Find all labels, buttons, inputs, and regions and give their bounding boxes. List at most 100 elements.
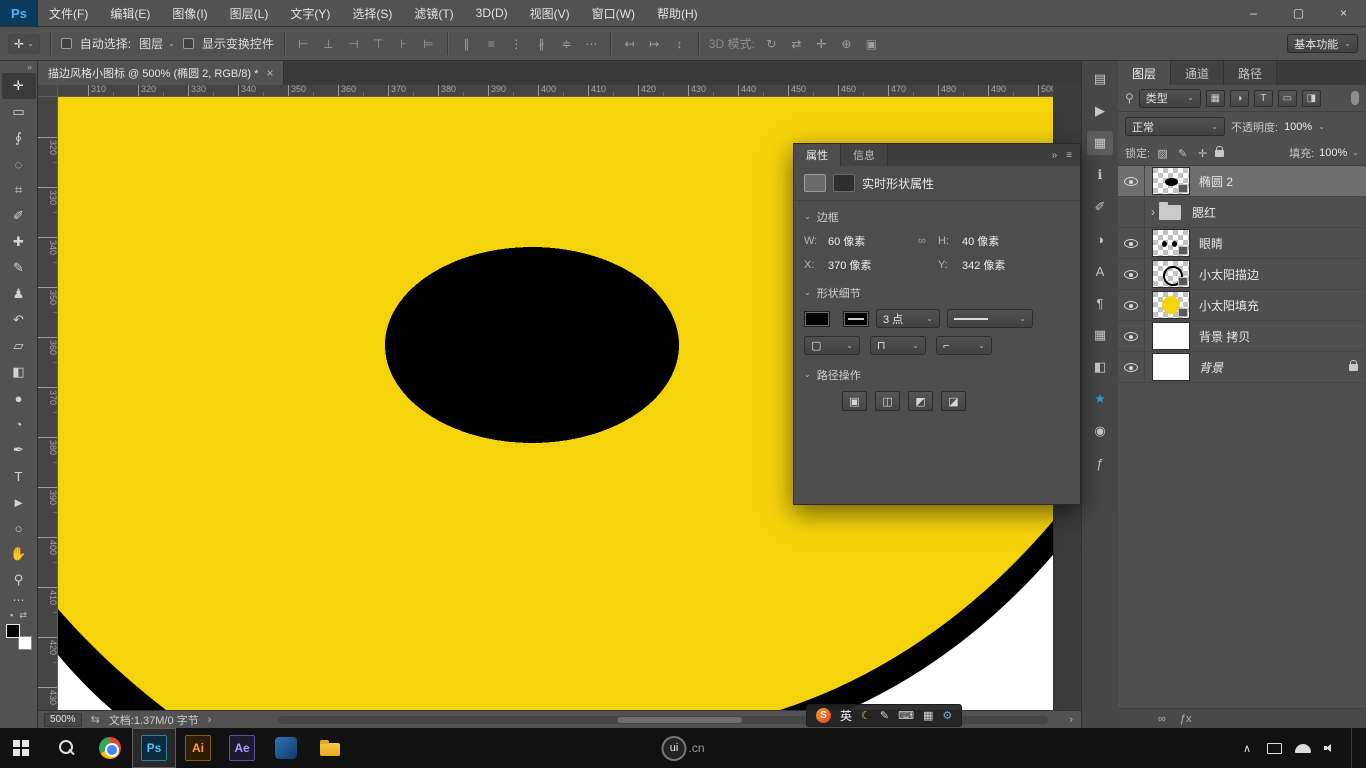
mode-3d-icon[interactable]: ✛ — [813, 37, 830, 51]
ime-keyboard-icon[interactable]: ⌨ — [898, 709, 914, 722]
eyedropper-tool[interactable]: ✐ — [2, 203, 36, 229]
path-operation-button[interactable]: ◪ — [941, 391, 966, 411]
layer-row[interactable]: › 小太阳填充 — [1118, 290, 1366, 321]
swap-colors-icon[interactable]: ⇄ — [19, 610, 27, 621]
gradients-panel-icon[interactable]: ◧ — [1087, 355, 1113, 379]
filter-kind-icon[interactable]: ▭ — [1278, 90, 1297, 107]
lock-option-icon[interactable]: ▨ — [1155, 147, 1170, 160]
align-icon[interactable]: ⊥ — [320, 37, 337, 51]
collapse-tools-icon[interactable]: » — [22, 61, 37, 73]
layer-visibility-toggle[interactable] — [1118, 290, 1145, 320]
distribute-icon[interactable]: ≡ — [483, 37, 500, 51]
align-icon[interactable]: ⊤ — [370, 37, 387, 51]
stroke-option-dropdown[interactable]: ⊓⌄ — [870, 336, 926, 355]
distribute-icon[interactable]: ∥ — [458, 37, 475, 51]
restore-button[interactable]: ▢ — [1276, 0, 1321, 26]
stroke-style-dropdown[interactable]: ⌄ — [947, 309, 1033, 328]
layer-thumbnail[interactable] — [1152, 167, 1190, 195]
x-field[interactable]: 370 像素 — [828, 257, 906, 273]
tool-preset-picker[interactable]: ✛⌄ — [8, 34, 40, 54]
section-collapse-icon[interactable]: ⌄ — [804, 371, 811, 379]
rectangular-marquee-tool[interactable]: ▭ — [2, 99, 36, 125]
wifi-icon[interactable] — [1295, 744, 1311, 753]
layer-row[interactable]: › 背景 拷贝 — [1118, 321, 1366, 352]
patterns-panel-icon[interactable]: ▦ — [1087, 323, 1113, 347]
stroke-width-dropdown[interactable]: 3 点⌄ — [876, 309, 940, 328]
layer-row[interactable]: › 腮红 — [1118, 197, 1366, 228]
photoshop-taskbar-icon[interactable]: Ps — [132, 728, 176, 768]
distribute-icon[interactable]: ⋯ — [583, 37, 600, 51]
chrome-icon[interactable] — [88, 728, 132, 768]
stroke-color-swatch[interactable] — [843, 311, 869, 327]
lock-option-icon[interactable]: ✛ — [1195, 147, 1210, 160]
y-field[interactable]: 342 像素 — [962, 257, 1040, 273]
minimize-button[interactable]: – — [1231, 0, 1276, 26]
blue-app-icon[interactable] — [264, 728, 308, 768]
libraries-panel-icon[interactable]: ★ — [1087, 387, 1113, 411]
layer-name[interactable]: 背景 — [1199, 359, 1349, 376]
layer-thumbnail[interactable] — [1152, 291, 1190, 319]
stroke-option-dropdown[interactable]: ▢⌄ — [804, 336, 860, 355]
ime-toolbox-icon[interactable]: ⚙ — [942, 709, 952, 722]
lock-option-icon[interactable]: ✎ — [1175, 147, 1190, 160]
foreground-color-swatch[interactable] — [6, 624, 20, 638]
lock-all-icon[interactable] — [1215, 150, 1224, 157]
move-tool[interactable]: ✛ — [2, 73, 36, 99]
pen-tool[interactable]: ✒ — [2, 437, 36, 463]
shape-layer-icon[interactable] — [804, 174, 826, 192]
mask-icon[interactable] — [833, 174, 855, 192]
background-color-swatch[interactable] — [18, 636, 32, 650]
adjustments-panel-icon[interactable]: ◑ — [1087, 227, 1113, 251]
group-expander-icon[interactable]: › — [1151, 205, 1155, 219]
spacing-icon[interactable]: ↤ — [621, 37, 638, 51]
dodge-tool[interactable]: ◔ — [2, 411, 36, 437]
layer-name[interactable]: 椭圆 2 — [1199, 173, 1358, 190]
show-desktop-button[interactable] — [1351, 728, 1356, 768]
filter-kind-icon[interactable]: ◑ — [1230, 90, 1249, 107]
filter-kind-icon[interactable]: ▦ — [1206, 90, 1225, 107]
layer-row[interactable]: › 椭圆 2 — [1118, 166, 1366, 197]
align-icon[interactable]: ⊨ — [420, 37, 437, 51]
clone-stamp-tool[interactable]: ♟ — [2, 281, 36, 307]
workspace-switcher-dropdown[interactable]: 基本功能⌄ — [1287, 34, 1358, 53]
blur-tool[interactable]: ● — [2, 385, 36, 411]
close-button[interactable]: × — [1321, 0, 1366, 26]
eraser-tool[interactable]: ▱ — [2, 333, 36, 359]
spot-healing-brush-tool[interactable]: ✚ — [2, 229, 36, 255]
ellipse-tool[interactable]: ○ — [2, 515, 36, 541]
layer-visibility-toggle[interactable] — [1118, 259, 1145, 289]
ime-pen-icon[interactable]: ✎ — [880, 709, 889, 722]
menu-item[interactable]: 编辑(E) — [99, 0, 161, 26]
sogou-logo[interactable]: S — [816, 708, 831, 723]
height-field[interactable]: 40 像素 — [962, 233, 1040, 249]
paragraph-panel-icon[interactable]: ¶ — [1087, 291, 1113, 315]
mode-3d-icon[interactable]: ⇄ — [788, 37, 805, 51]
chevron-down-icon[interactable]: ⌄ — [1352, 149, 1359, 157]
path-operation-button[interactable]: ◫ — [875, 391, 900, 411]
file-explorer-icon[interactable] — [308, 728, 352, 768]
menu-item[interactable]: 窗口(W) — [581, 0, 646, 26]
panel-menu-icon[interactable]: ≡ — [1066, 150, 1072, 161]
document-tab[interactable]: 描边风格小图标 @ 500% (椭圆 2, RGB/8) * × — [38, 61, 284, 85]
path-selection-tool[interactable]: ► — [2, 489, 36, 515]
layer-name[interactable]: 腮红 — [1192, 204, 1358, 221]
blend-mode-dropdown[interactable]: 正常⌄ — [1125, 117, 1225, 136]
menu-item[interactable]: 文件(F) — [38, 0, 99, 26]
hand-tool[interactable]: ✋ — [2, 541, 36, 567]
mode-3d-icon[interactable]: ⊕ — [838, 37, 855, 51]
align-icon[interactable]: ⊢ — [295, 37, 312, 51]
tab-paths[interactable]: 路径 — [1224, 61, 1277, 85]
align-icon[interactable]: ⊦ — [395, 37, 412, 51]
fill-value[interactable]: 100% — [1319, 147, 1347, 159]
layers-footer-icon[interactable]: ∞ — [1158, 713, 1166, 725]
tab-layers[interactable]: 图层 — [1118, 61, 1171, 85]
ruler-origin-corner[interactable] — [38, 85, 58, 97]
layer-filter-toggle[interactable] — [1351, 91, 1359, 105]
properties-panel-icon[interactable]: ▦ — [1087, 131, 1113, 155]
menu-item[interactable]: 滤镜(T) — [403, 0, 464, 26]
display-icon[interactable] — [1267, 743, 1282, 754]
menu-item[interactable]: 选择(S) — [341, 0, 403, 26]
layer-thumbnail[interactable] — [1152, 322, 1190, 350]
chevron-down-icon[interactable]: ⌄ — [1318, 123, 1325, 131]
layer-row[interactable]: › 眼睛 — [1118, 228, 1366, 259]
